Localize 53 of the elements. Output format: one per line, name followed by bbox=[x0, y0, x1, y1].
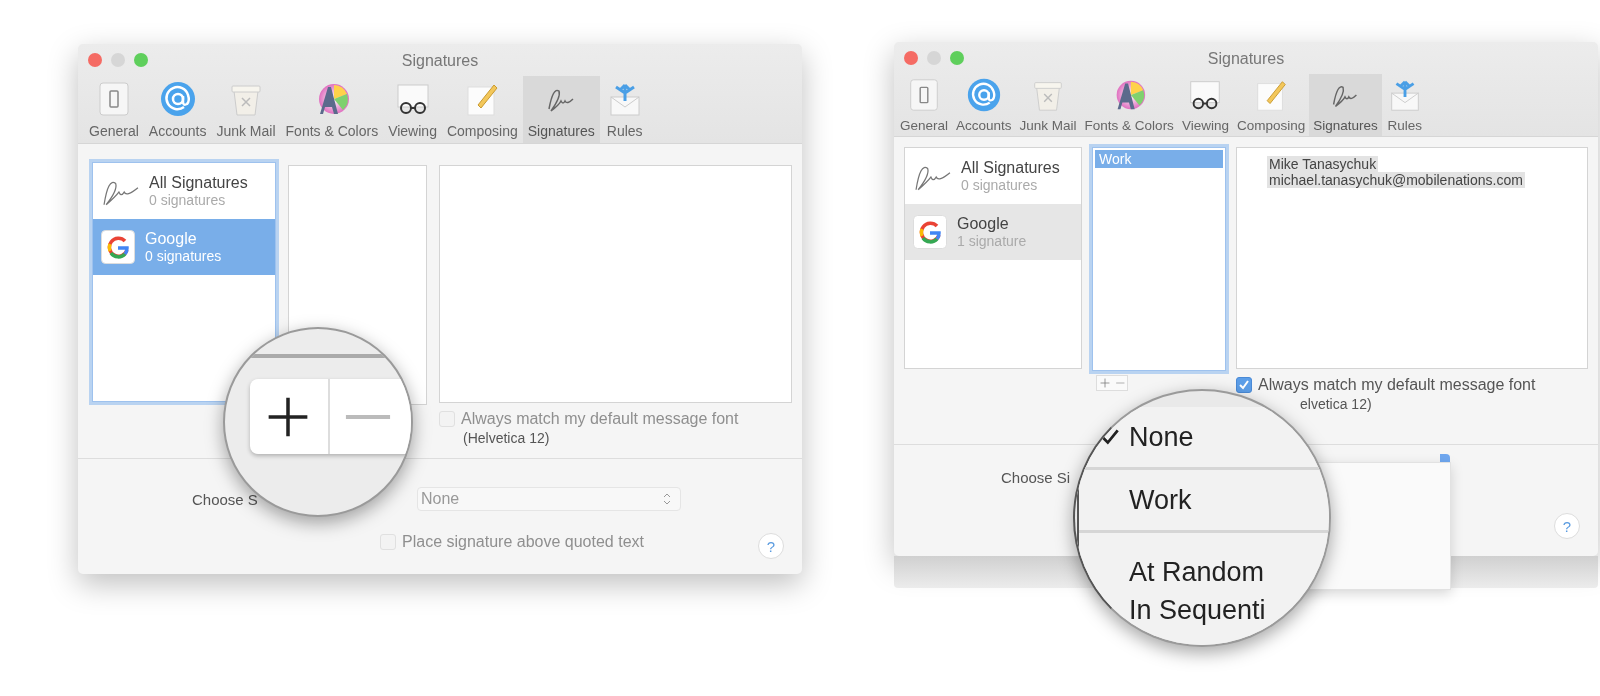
google-logo-icon bbox=[101, 230, 135, 264]
toolbar-tab[interactable]: Accounts bbox=[952, 74, 1016, 136]
signature-popup[interactable]: None bbox=[417, 487, 681, 511]
toolbar-tab[interactable]: General bbox=[896, 74, 953, 136]
checkbox-label: Place signature above quoted text bbox=[402, 533, 644, 551]
help-button[interactable]: ? bbox=[758, 533, 784, 559]
toolbar-tab[interactable]: Rules bbox=[599, 76, 650, 143]
toolbar-tab[interactable]: Signatures bbox=[522, 76, 600, 143]
account-row[interactable]: Google 1 signature bbox=[905, 204, 1081, 260]
stepper-icon bbox=[662, 491, 672, 507]
signature-text: michael.tanasychuk@mobilenations.com bbox=[1267, 172, 1525, 188]
toolbar-tab[interactable]: Composing bbox=[441, 76, 523, 143]
signature-count: 1 signature bbox=[957, 233, 1027, 249]
help-button[interactable]: ? bbox=[1554, 513, 1580, 539]
account-name: Google bbox=[957, 215, 1010, 233]
signature-editor[interactable]: Mike Tanasychuk michael.tanasychuk@mobilenations.com bbox=[1236, 147, 1588, 369]
toolbar-tab[interactable]: Junk Mail bbox=[1015, 74, 1081, 136]
google-logo-icon bbox=[913, 215, 947, 249]
zoom-icon[interactable] bbox=[134, 53, 148, 67]
toolbar-tab[interactable]: Signatures bbox=[1309, 74, 1382, 136]
signature-text: Mike Tanasychuk bbox=[1267, 156, 1379, 172]
signature-count: 0 signatures bbox=[149, 192, 227, 208]
account-name: All Signatures bbox=[961, 159, 1060, 177]
account-name: Google bbox=[145, 230, 198, 248]
window-title: Signatures bbox=[1206, 49, 1286, 69]
menu-item[interactable]: Work bbox=[1079, 470, 1329, 533]
toolbar-tab[interactable]: Rules bbox=[1381, 74, 1428, 136]
account-name: All Signatures bbox=[149, 174, 248, 192]
menu-item[interactable]: In Sequenti bbox=[1079, 591, 1329, 629]
zoom-icon[interactable] bbox=[950, 51, 964, 65]
close-icon[interactable] bbox=[904, 51, 918, 65]
signature-count: 0 signatures bbox=[961, 177, 1039, 193]
signature-editor[interactable] bbox=[439, 165, 792, 403]
toolbar-tab[interactable]: Junk Mail bbox=[211, 76, 281, 143]
checkbox[interactable] bbox=[1236, 377, 1252, 393]
choose-label: Choose Si bbox=[1001, 468, 1072, 486]
choose-label: Choose S bbox=[192, 490, 259, 508]
toolbar-tab[interactable]: Viewing bbox=[383, 76, 442, 143]
checkbox-label: Always match my default message font bbox=[461, 410, 739, 428]
toolbar-tab[interactable]: Composing bbox=[1232, 74, 1310, 136]
account-row[interactable]: All Signatures 0 signatures bbox=[93, 163, 275, 219]
account-row[interactable]: All Signatures 0 signatures bbox=[905, 148, 1081, 204]
menu-item[interactable]: At Random bbox=[1079, 553, 1329, 591]
toolbar-tab[interactable]: Viewing bbox=[1177, 74, 1233, 136]
window-title: Signatures bbox=[400, 51, 480, 71]
toolbar-tab[interactable]: Accounts bbox=[143, 76, 212, 143]
toolbar-tab[interactable]: Fonts & Colors bbox=[1080, 74, 1178, 136]
toolbar-tab[interactable]: General bbox=[84, 76, 144, 143]
signature-count: 0 signatures bbox=[145, 248, 222, 264]
checkbox-label: Always match my default message font bbox=[1258, 376, 1536, 394]
font-note: (Helvetica 12) bbox=[463, 430, 551, 446]
close-icon[interactable] bbox=[88, 53, 102, 67]
toolbar-tab[interactable]: Fonts & Colors bbox=[280, 76, 384, 143]
